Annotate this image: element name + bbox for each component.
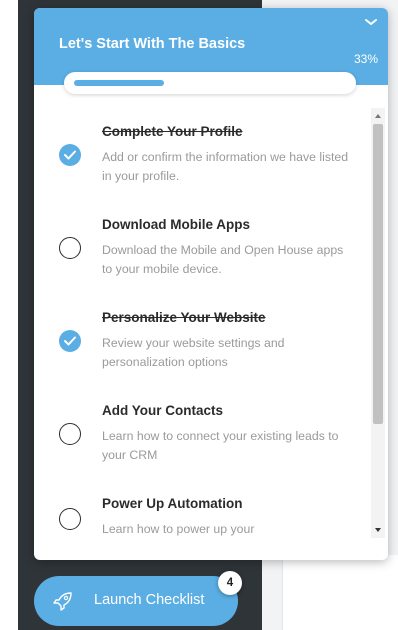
launch-checklist-button[interactable]: Launch Checklist bbox=[34, 576, 238, 626]
checklist-panel: Let's Start With The Basics 33% Complete… bbox=[34, 8, 388, 560]
background-left-strip bbox=[0, 0, 18, 630]
checklist-item-title: Download Mobile Apps bbox=[102, 217, 250, 232]
scroll-up-arrow-icon[interactable] bbox=[374, 112, 382, 120]
checklist-title: Let's Start With The Basics bbox=[59, 36, 246, 52]
unchecked-circle-icon[interactable] bbox=[59, 508, 81, 530]
checklist-list: Complete Your Profile Add or confirm the … bbox=[34, 108, 370, 538]
checklist-item-description: Add or confirm the information we have l… bbox=[102, 150, 349, 183]
checklist-item-title: Add Your Contacts bbox=[102, 403, 224, 418]
progress-bar-fill bbox=[74, 80, 164, 86]
checkmark-icon[interactable] bbox=[59, 330, 81, 352]
progress-bar bbox=[64, 72, 356, 94]
progress-percent: 33% bbox=[353, 52, 378, 66]
scrollbar[interactable] bbox=[371, 108, 385, 538]
scroll-down-arrow-icon[interactable] bbox=[374, 526, 382, 534]
checklist-item[interactable]: Personalize Your Website Review your webs… bbox=[34, 298, 370, 388]
scrollbar-thumb[interactable] bbox=[373, 124, 383, 424]
checklist-item-description: Learn how to power up your bbox=[102, 522, 255, 536]
checklist-item-title: Personalize Your Website bbox=[102, 310, 266, 325]
unchecked-circle-icon[interactable] bbox=[59, 237, 81, 259]
checklist-item[interactable]: Add Your Contacts Learn how to connect yo… bbox=[34, 391, 370, 481]
checklist-item[interactable]: Download Mobile Apps Download the Mobile … bbox=[34, 205, 370, 295]
checklist-item-title: Complete Your Profile bbox=[102, 124, 243, 139]
checklist-item-description: Learn how to connect your existing leads… bbox=[102, 429, 339, 462]
checkmark-icon[interactable] bbox=[59, 144, 81, 166]
notification-badge: 4 bbox=[218, 571, 242, 595]
background-card bbox=[282, 555, 398, 630]
unchecked-circle-icon[interactable] bbox=[59, 423, 81, 445]
checklist-item-description: Download the Mobile and Open House apps … bbox=[102, 243, 344, 276]
rocket-icon bbox=[53, 592, 72, 611]
checklist-item[interactable]: Complete Your Profile Add or confirm the … bbox=[34, 112, 370, 202]
checklist-item[interactable]: Power Up Automation Learn how to power up… bbox=[34, 484, 370, 538]
launch-checklist-label: Launch Checklist bbox=[94, 592, 205, 608]
checklist-item-title: Power Up Automation bbox=[102, 496, 243, 511]
chevron-down-icon[interactable] bbox=[363, 14, 379, 30]
checklist-item-description: Review your website settings and persona… bbox=[102, 336, 285, 369]
